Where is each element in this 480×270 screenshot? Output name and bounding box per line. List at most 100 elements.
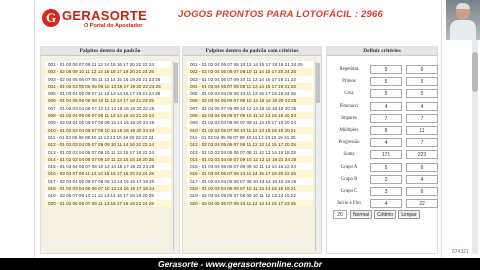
list-item[interactable]: 013 - 01 02 03 04 05 07 09 10 11 13 16 1…: [45, 148, 171, 156]
list-item[interactable]: 002 - 02 06 08 10 11 13 14 15 16 17 18 2…: [45, 68, 171, 76]
criteria-max-input[interactable]: 4: [406, 101, 438, 111]
criteria-max-input[interactable]: 6: [406, 162, 438, 172]
panel-palpites-criterios: Palpites dentro do padrão com critérios …: [182, 46, 322, 254]
palpites-padrao-scrollbar-thumb[interactable]: [174, 63, 178, 103]
list-item[interactable]: 007 - 01 02 03 04 06 07 12 13 14 15 16 1…: [45, 104, 171, 113]
list-item[interactable]: 005 - 01 02 03 04 05 08 10 11 13 15 17 1…: [187, 90, 313, 98]
list-item[interactable]: 018 - 01 02 03 04 05 06 07 10 11 13 14 1…: [187, 185, 313, 193]
list-item[interactable]: 005 - 01 03 04 05 06 07 11 12 13 14 16 1…: [45, 90, 171, 98]
criteria-min-input[interactable]: 9: [370, 65, 402, 74]
criteria-max-input[interactable]: 5: [406, 77, 438, 87]
list-item[interactable]: 009 - 02 03 04 05 06 07 08 09 12 14 15 1…: [45, 119, 171, 127]
list-item[interactable]: 009 - 01 02 03 04 05 06 07 09 11 13 15 1…: [187, 119, 313, 127]
list-item[interactable]: 001 - 01 02 06 07 08 11 13 14 15 16 17 2…: [45, 61, 171, 69]
criteria-max-input[interactable]: 22: [406, 199, 438, 209]
list-item[interactable]: 008 - 01 02 04 05 06 07 08 11 13 14 15 1…: [45, 112, 171, 120]
list-item[interactable]: 010 - 01 02 03 04 05 07 09 10 13 15 16 1…: [45, 126, 171, 134]
page-scrollbar[interactable]: [472, 40, 478, 254]
palpites-padrao-listbox[interactable]: 001 - 01 02 06 07 08 11 13 14 15 16 17 2…: [45, 61, 171, 251]
list-item[interactable]: 010 - 01 02 03 05 07 08 10 11 12 13 15 1…: [187, 126, 313, 134]
quantity-input[interactable]: 20: [333, 210, 347, 219]
list-item[interactable]: 004 - 01 02 04 05 07 08 09 11 13 14 15 1…: [187, 82, 313, 91]
logo-mark-icon: G: [42, 9, 60, 27]
list-item[interactable]: 014 - 01 02 03 04 05 07 09 10 12 13 14 1…: [187, 155, 313, 164]
list-item[interactable]: 018 - 01 02 03 04 05 06 07 10 13 14 15 1…: [45, 185, 171, 193]
list-item[interactable]: 020 - 03 04 05 06 07 09 10 11 12 13 14 1…: [187, 199, 313, 207]
list-item[interactable]: 011 - 01 03 05 06 08 10 11 12 13 16 19 2…: [45, 133, 171, 142]
palpites-criterios-scrollbar-thumb[interactable]: [316, 63, 320, 103]
criteria-max-input[interactable]: 9: [406, 65, 438, 74]
list-item[interactable]: 002 - 02 03 04 05 06 07 08 10 11 14 15 1…: [187, 68, 313, 76]
criteria-max-input[interactable]: 5: [406, 89, 438, 99]
logo-text: GERASORTE: [62, 8, 148, 23]
criteria-max-input[interactable]: 223: [406, 150, 438, 160]
list-item[interactable]: 020 - 01 02 05 06 07 09 11 13 16 17 18 1…: [45, 199, 171, 207]
page-title: JOGOS PRONTOS PARA LOTOFÁCIL : 2966: [178, 9, 383, 20]
panel-criterios: Definir critérios Repetidas 9 9 Primos 5 5 Cru…: [326, 46, 438, 254]
logo-tagline: O Portal do Apostador: [84, 23, 143, 29]
criteria-max-input[interactable]: 6: [406, 187, 438, 196]
list-item[interactable]: 004 - 01 02 03 05 06 08 09 10 13 16 17 1…: [45, 82, 171, 91]
webcam-person-shirt: [450, 20, 476, 40]
criteria-max-input[interactable]: 4: [406, 174, 438, 184]
criterio-button[interactable]: Critério: [374, 210, 396, 219]
criteria-label: Fibonacci: [339, 103, 359, 109]
palpites-criterios-scrollbar[interactable]: [315, 61, 320, 251]
list-item[interactable]: 012 - 01 02 03 04 05 07 08 09 10 11 14 1…: [45, 141, 171, 149]
footer-text: Gerasorte - www.gerasorteonline.com.br: [157, 259, 323, 269]
palpites-padrao-scrollbar[interactable]: [173, 61, 178, 251]
criteria-min-input[interactable]: 5: [370, 89, 402, 99]
webcam-overlay: [446, 0, 480, 40]
panel-palpites-padrao-header: Palpites dentro do padrão: [41, 47, 179, 56]
criteria-min-input[interactable]: 171: [370, 150, 402, 160]
criteria-label: Primos: [342, 79, 356, 85]
panel-palpites-padrao: Palpites dentro do padrão 001 - 01 02 06…: [40, 46, 180, 254]
list-item[interactable]: 012 - 02 03 04 05 06 07 08 11 12 13 14 1…: [187, 141, 313, 149]
criteria-label: Grupo A: [340, 164, 358, 170]
list-item[interactable]: 007 - 01 04 06 07 08 09 10 12 14 15 16 1…: [187, 104, 313, 113]
criteria-max-input[interactable]: 7: [406, 113, 438, 123]
criteria-max-input[interactable]: 7: [406, 138, 438, 148]
criteria-min-input[interactable]: 7: [370, 113, 402, 123]
left-margin: [0, 0, 32, 258]
list-item[interactable]: 001 - 01 02 04 06 07 08 10 13 14 15 17 1…: [187, 61, 313, 69]
criteria-label: Grupo C: [340, 189, 358, 194]
list-item[interactable]: 016 - 03 04 07 08 11 13 14 15 16 17 19 2…: [45, 170, 171, 178]
criteria-min-input[interactable]: 4: [370, 138, 402, 148]
panel-criterios-header: Definir critérios: [327, 47, 437, 56]
criteria-min-input[interactable]: 5: [370, 77, 402, 87]
list-item[interactable]: 003 - 01 02 04 06 07 09 10 11 13 14 15 1…: [187, 75, 313, 83]
list-item[interactable]: 017 - 01 02 03 04 05 06 07 08 10 13 14 1…: [187, 177, 313, 186]
criteria-min-input[interactable]: 4: [370, 199, 402, 209]
list-item[interactable]: 011 - 01 02 04 05 06 07 08 10 11 12 13 1…: [187, 133, 313, 142]
criteria-min-input[interactable]: 8: [370, 126, 402, 135]
list-item[interactable]: 016 - 01 03 04 06 07 09 10 11 14 15 17 1…: [187, 170, 313, 178]
corner-number: 674321: [452, 249, 469, 255]
criteria-min-input[interactable]: 5: [370, 162, 402, 172]
list-item[interactable]: 015 - 01 03 04 05 06 07 08 09 10 11 13 1…: [187, 163, 313, 171]
criteria-min-input[interactable]: 3: [370, 174, 402, 184]
normal-button[interactable]: Normal: [350, 210, 372, 219]
list-item[interactable]: 013 - 01 02 03 04 05 06 07 09 11 12 13 1…: [187, 148, 313, 156]
criteria-actions: 20 Normal Critério Limpar: [333, 210, 433, 220]
limpar-button[interactable]: Limpar: [398, 210, 420, 219]
site-logo[interactable]: G GERASORTE O Portal do Apostador: [38, 8, 168, 30]
criteria-label: Múltiplos: [339, 128, 359, 133]
criteria-min-input[interactable]: 3: [370, 187, 402, 196]
list-item[interactable]: 008 - 02 03 04 05 06 07 09 10 11 12 13 1…: [187, 112, 313, 120]
list-item[interactable]: 017 - 02 03 04 05 06 07 08 09 13 14 15 1…: [45, 177, 171, 186]
list-item[interactable]: 006 - 02 03 04 05 06 07 09 10 13 15 16 1…: [187, 97, 313, 105]
footer-bar: Gerasorte - www.gerasorteonline.com.br: [0, 258, 480, 270]
list-item[interactable]: 006 - 01 04 05 06 08 09 10 11 13 14 17 1…: [45, 97, 171, 105]
list-item[interactable]: 019 - 03 05 07 08 10 11 12 13 14 16 17 1…: [45, 192, 171, 200]
palpites-criterios-listbox[interactable]: 001 - 01 02 04 06 07 08 10 13 14 15 17 1…: [187, 61, 313, 251]
list-item[interactable]: 003 - 02 04 05 06 07 08 11 13 14 15 16 1…: [45, 75, 171, 83]
list-item[interactable]: 015 - 01 03 04 06 07 08 10 13 14 15 17 1…: [45, 163, 171, 171]
criteria-min-input[interactable]: 4: [370, 101, 402, 111]
page-scrollbar-thumb[interactable]: [472, 52, 478, 92]
criteria-max-input[interactable]: 11: [406, 126, 438, 135]
webcam-person-hair: [456, 3, 470, 9]
panel-palpites-criterios-header: Palpites dentro do padrão com critérios: [183, 47, 321, 56]
list-item[interactable]: 019 - 02 03 04 05 06 07 08 09 10 11 12 1…: [187, 192, 313, 200]
list-item[interactable]: 014 - 01 02 03 04 05 07 09 10 11 13 15 1…: [45, 155, 171, 164]
